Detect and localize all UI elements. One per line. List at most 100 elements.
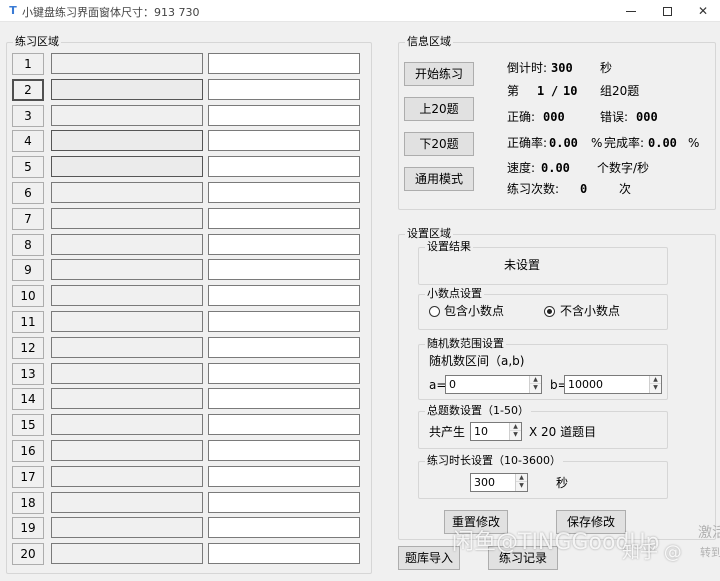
row-number-button[interactable]: 5 <box>12 156 44 178</box>
answer-input[interactable] <box>208 285 360 306</box>
row-number-button[interactable]: 13 <box>12 363 44 385</box>
speed-unit: 个数字/秒 <box>597 161 650 175</box>
total-prefix: 共产生 <box>429 425 466 439</box>
total-spin-arrows[interactable]: ▲ ▼ <box>509 423 521 440</box>
duration-spin-arrows[interactable]: ▲ ▼ <box>515 474 527 491</box>
start-practice-button[interactable]: 开始练习 <box>404 62 474 86</box>
row-number-button[interactable]: 10 <box>12 285 44 307</box>
row-number-button[interactable]: 19 <box>12 517 44 539</box>
answer-input[interactable] <box>208 79 360 100</box>
completion-label: 完成率: <box>604 136 645 150</box>
spin-down-icon[interactable]: ▼ <box>516 482 527 490</box>
a-value: 0 <box>449 378 456 391</box>
practice-row: 9 <box>12 259 362 281</box>
answer-input[interactable] <box>208 130 360 151</box>
row-number-button[interactable]: 11 <box>12 311 44 333</box>
minimize-button[interactable] <box>614 0 648 22</box>
question-field <box>51 208 203 229</box>
general-mode-button[interactable]: 通用模式 <box>404 167 474 191</box>
spin-up-icon[interactable]: ▲ <box>516 474 527 482</box>
prev-20-button[interactable]: 上20题 <box>404 97 474 121</box>
spin-down-icon[interactable]: ▼ <box>530 384 541 392</box>
spin-up-icon[interactable]: ▲ <box>530 376 541 384</box>
answer-input[interactable] <box>208 156 360 177</box>
times-label: 练习次数: <box>507 182 560 196</box>
answer-input[interactable] <box>208 105 360 126</box>
close-button[interactable]: ✕ <box>686 0 720 22</box>
question-field <box>51 466 203 487</box>
correct-label: 正确: <box>507 110 536 124</box>
row-number-button[interactable]: 9 <box>12 259 44 281</box>
row-number-button[interactable]: 17 <box>12 466 44 488</box>
answer-input[interactable] <box>208 492 360 513</box>
result-value: 未设置 <box>504 258 541 272</box>
b-spinbox[interactable]: 10000 ▲ ▼ <box>564 375 662 394</box>
row-number-button[interactable]: 6 <box>12 182 44 204</box>
decimal-group-title: 小数点设置 <box>425 287 484 301</box>
practice-row: 20 <box>12 543 362 565</box>
practice-row: 5 <box>12 156 362 178</box>
answer-input[interactable] <box>208 388 360 409</box>
include-decimal-radio[interactable] <box>429 306 440 317</box>
spin-up-icon[interactable]: ▲ <box>650 376 661 384</box>
import-question-bank-button[interactable]: 题库导入 <box>398 546 460 570</box>
practice-row: 19 <box>12 517 362 539</box>
answer-input[interactable] <box>208 208 360 229</box>
practice-row: 7 <box>12 208 362 230</box>
spin-up-icon[interactable]: ▲ <box>510 423 521 431</box>
exclude-decimal-radio[interactable] <box>544 306 555 317</box>
row-number-button[interactable]: 8 <box>12 234 44 256</box>
row-number-button[interactable]: 16 <box>12 440 44 462</box>
window-title: 小键盘练习界面窗体尺寸：913 730 <box>22 6 200 19</box>
answer-input[interactable] <box>208 414 360 435</box>
answer-input[interactable] <box>208 363 360 384</box>
total-spinbox[interactable]: 10 ▲ ▼ <box>470 422 522 441</box>
question-field <box>51 79 203 100</box>
app-icon: T <box>9 4 17 17</box>
answer-input[interactable] <box>208 53 360 74</box>
practice-row: 11 <box>12 311 362 333</box>
b-spin-arrows[interactable]: ▲ ▼ <box>649 376 661 393</box>
accuracy-value: 0.00 <box>549 136 578 150</box>
row-number-button[interactable]: 20 <box>12 543 44 565</box>
row-number-button[interactable]: 1 <box>12 53 44 75</box>
next-20-button[interactable]: 下20题 <box>404 132 474 156</box>
range-group-title: 随机数范围设置 <box>425 337 506 351</box>
row-number-button[interactable]: 15 <box>12 414 44 436</box>
row-number-button[interactable]: 18 <box>12 492 44 514</box>
row-number-button[interactable]: 7 <box>12 208 44 230</box>
total-suffix: X 20 道题目 <box>529 425 597 439</box>
answer-input[interactable] <box>208 234 360 255</box>
row-number-button[interactable]: 4 <box>12 130 44 152</box>
countdown-unit: 秒 <box>600 61 613 75</box>
answer-input[interactable] <box>208 311 360 332</box>
spin-down-icon[interactable]: ▼ <box>650 384 661 392</box>
minimize-icon <box>626 11 636 12</box>
a-spin-arrows[interactable]: ▲ ▼ <box>529 376 541 393</box>
maximize-button[interactable] <box>650 0 684 22</box>
answer-input[interactable] <box>208 543 360 564</box>
settings-group-title: 设置区域 <box>405 227 453 241</box>
answer-input[interactable] <box>208 182 360 203</box>
watermark-goto: 转到 <box>700 546 720 559</box>
countdown-label: 倒计时: <box>507 61 548 75</box>
answer-input[interactable] <box>208 337 360 358</box>
spin-down-icon[interactable]: ▼ <box>510 431 521 439</box>
duration-spinbox[interactable]: 300 ▲ ▼ <box>470 473 528 492</box>
row-number-button[interactable]: 3 <box>12 105 44 127</box>
practice-row: 17 <box>12 466 362 488</box>
page-current: 1 <box>537 84 545 98</box>
question-field <box>51 234 203 255</box>
a-spinbox[interactable]: 0 ▲ ▼ <box>445 375 542 394</box>
answer-input[interactable] <box>208 440 360 461</box>
question-field <box>51 285 203 306</box>
answer-input[interactable] <box>208 259 360 280</box>
row-number-button[interactable]: 14 <box>12 388 44 410</box>
question-field <box>51 517 203 538</box>
answer-input[interactable] <box>208 517 360 538</box>
practice-row: 10 <box>12 285 362 307</box>
row-number-button[interactable]: 12 <box>12 337 44 359</box>
accuracy-unit: % <box>591 136 603 150</box>
answer-input[interactable] <box>208 466 360 487</box>
row-number-button[interactable]: 2 <box>12 79 44 101</box>
